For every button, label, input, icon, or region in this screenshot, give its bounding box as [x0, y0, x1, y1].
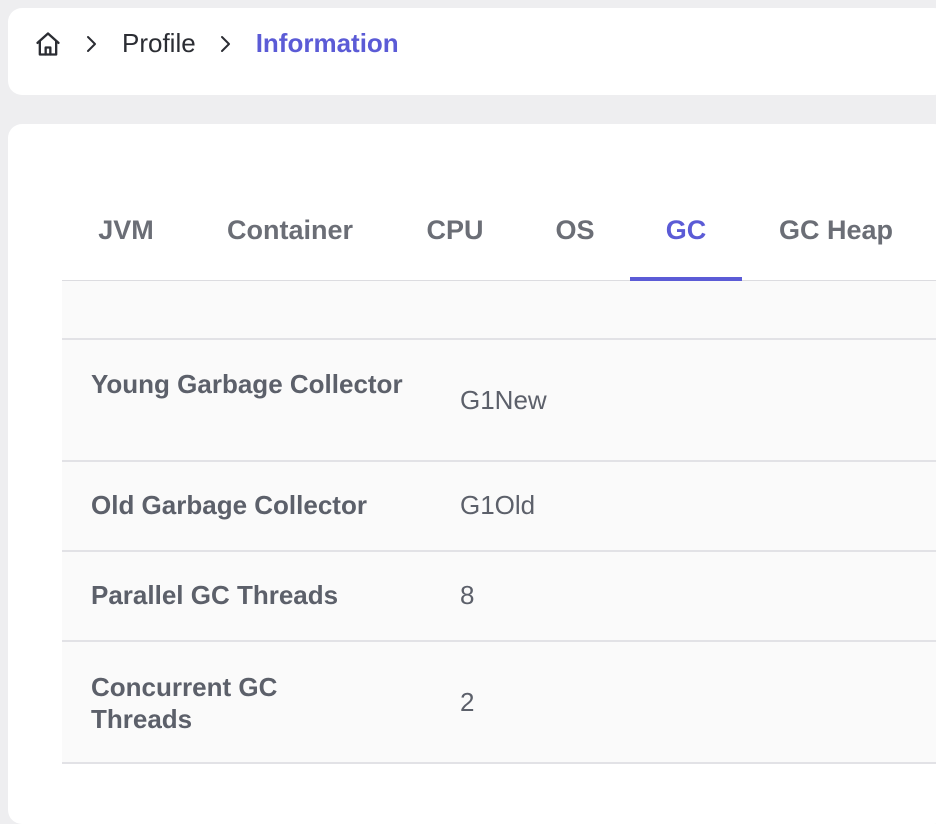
home-icon[interactable] [34, 30, 62, 58]
tab-jvm[interactable]: JVM [62, 180, 190, 280]
table-header [62, 281, 936, 340]
row-value: 2 [460, 687, 475, 717]
row-value: G1Old [460, 490, 536, 520]
breadcrumb: Profile Information [34, 0, 399, 87]
table-row: Young Garbage Collector G1New [62, 340, 936, 462]
tab-cpu[interactable]: CPU [402, 180, 508, 280]
row-value: G1New [460, 385, 547, 415]
table-row: Concurrent GC Threads 2 [62, 642, 936, 764]
row-label: Concurrent GC Threads [91, 672, 278, 734]
tab-container[interactable]: Container [212, 180, 368, 280]
chevron-right-icon [82, 35, 100, 53]
breadcrumb-item-information: Information [255, 28, 399, 58]
gc-info-table: Young Garbage Collector G1New Old Garbag… [62, 281, 936, 764]
row-value: 8 [460, 580, 475, 610]
chevron-right-icon [216, 35, 234, 53]
row-label: Young Garbage Collector [91, 369, 403, 399]
table-row: Old Garbage Collector G1Old [62, 462, 936, 552]
tab-gc[interactable]: GC [630, 180, 742, 280]
row-label: Old Garbage Collector [91, 490, 367, 520]
table-row: Parallel GC Threads 8 [62, 552, 936, 642]
tab-bar: JVM Container CPU OS GC GC Heap [62, 180, 936, 283]
tab-gc-heap[interactable]: GC Heap [762, 180, 910, 280]
breadcrumb-item-profile[interactable]: Profile [122, 28, 196, 59]
row-label: Parallel GC Threads [91, 580, 339, 610]
tab-os[interactable]: OS [532, 180, 618, 280]
